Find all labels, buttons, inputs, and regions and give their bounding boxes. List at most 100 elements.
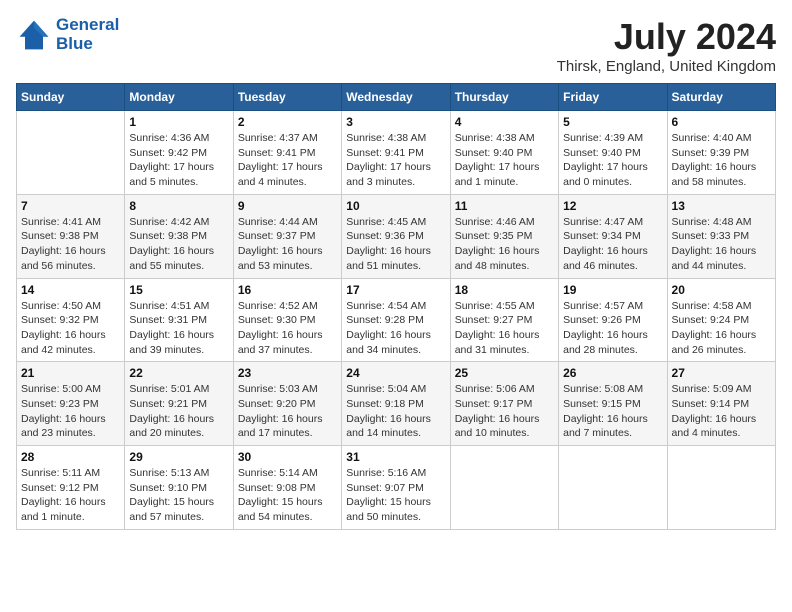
weekday-header-row: SundayMondayTuesdayWednesdayThursdayFrid… [17, 84, 776, 111]
weekday-header: Monday [125, 84, 233, 111]
day-number: 3 [346, 115, 445, 129]
calendar-cell: 27Sunrise: 5:09 AMSunset: 9:14 PMDayligh… [667, 362, 775, 446]
weekday-header: Wednesday [342, 84, 450, 111]
calendar-week-row: 1 Sunrise: 4:36 AMSunset: 9:42 PMDaylight… [17, 111, 776, 195]
day-number: 28 [21, 450, 120, 464]
calendar-cell: 30 Sunrise: 5:14 AMSunset: 9:08 PMDayligh… [233, 446, 341, 530]
calendar-cell: 7 Sunrise: 4:41 AMSunset: 9:38 PMDaylight… [17, 194, 125, 278]
calendar-cell: 14Sunrise: 4:50 AMSunset: 9:32 PMDayligh… [17, 278, 125, 362]
day-number: 22 [129, 366, 228, 380]
day-number: 21 [21, 366, 120, 380]
day-number: 16 [238, 283, 337, 297]
day-info: Sunrise: 4:40 AMSunset: 9:39 PMDaylight:… [672, 131, 771, 190]
page-header: General Blue July 2024 Thirsk, England, … [16, 16, 776, 75]
day-info: Sunrise: 4:57 AMSunset: 9:26 PMDaylight:… [563, 299, 662, 358]
calendar-cell: 19Sunrise: 4:57 AMSunset: 9:26 PMDayligh… [559, 278, 667, 362]
calendar-week-row: 7 Sunrise: 4:41 AMSunset: 9:38 PMDaylight… [17, 194, 776, 278]
logo-icon [16, 17, 52, 53]
weekday-header: Saturday [667, 84, 775, 111]
day-number: 26 [563, 366, 662, 380]
day-number: 7 [21, 199, 120, 213]
calendar-cell: 25 Sunrise: 5:06 AMSunset: 9:17 PMDayligh… [450, 362, 558, 446]
day-number: 12 [563, 199, 662, 213]
day-info: Sunrise: 4:41 AMSunset: 9:38 PMDaylight:… [21, 215, 120, 274]
title-block: July 2024 Thirsk, England, United Kingdo… [557, 16, 776, 75]
day-info: Sunrise: 4:46 AMSunset: 9:35 PMDaylight:… [455, 215, 554, 274]
day-number: 2 [238, 115, 337, 129]
day-number: 29 [129, 450, 228, 464]
calendar-cell: 12 Sunrise: 4:47 AMSunset: 9:34 PMDayligh… [559, 194, 667, 278]
calendar-cell [450, 446, 558, 530]
logo: General Blue [16, 16, 119, 53]
day-number: 18 [455, 283, 554, 297]
calendar-cell: 26 Sunrise: 5:08 AMSunset: 9:15 PMDayligh… [559, 362, 667, 446]
calendar-cell: 16 Sunrise: 4:52 AMSunset: 9:30 PMDayligh… [233, 278, 341, 362]
day-number: 20 [672, 283, 771, 297]
month-year: July 2024 [557, 16, 776, 58]
logo-general: General [56, 16, 119, 35]
day-info: Sunrise: 4:45 AMSunset: 9:36 PMDaylight:… [346, 215, 445, 274]
calendar-cell: 5Sunrise: 4:39 AMSunset: 9:40 PMDaylight… [559, 111, 667, 195]
day-number: 30 [238, 450, 337, 464]
day-number: 23 [238, 366, 337, 380]
calendar-cell: 23Sunrise: 5:03 AMSunset: 9:20 PMDayligh… [233, 362, 341, 446]
weekday-header: Sunday [17, 84, 125, 111]
calendar-cell: 1 Sunrise: 4:36 AMSunset: 9:42 PMDaylight… [125, 111, 233, 195]
day-info: Sunrise: 5:06 AMSunset: 9:17 PMDaylight:… [455, 382, 554, 441]
day-info: Sunrise: 5:01 AMSunset: 9:21 PMDaylight:… [129, 382, 228, 441]
day-info: Sunrise: 4:38 AMSunset: 9:41 PMDaylight:… [346, 131, 445, 190]
day-info: Sunrise: 4:51 AMSunset: 9:31 PMDaylight:… [129, 299, 228, 358]
calendar-cell [559, 446, 667, 530]
calendar-cell: 15 Sunrise: 4:51 AMSunset: 9:31 PMDayligh… [125, 278, 233, 362]
day-info: Sunrise: 4:54 AMSunset: 9:28 PMDaylight:… [346, 299, 445, 358]
day-info: Sunrise: 4:38 AMSunset: 9:40 PMDaylight:… [455, 131, 554, 190]
calendar-cell: 2 Sunrise: 4:37 AMSunset: 9:41 PMDaylight… [233, 111, 341, 195]
calendar-cell: 9Sunrise: 4:44 AMSunset: 9:37 PMDaylight… [233, 194, 341, 278]
day-info: Sunrise: 5:13 AMSunset: 9:10 PMDaylight:… [129, 466, 228, 525]
calendar-cell: 6 Sunrise: 4:40 AMSunset: 9:39 PMDaylight… [667, 111, 775, 195]
day-number: 24 [346, 366, 445, 380]
calendar-cell [667, 446, 775, 530]
day-number: 13 [672, 199, 771, 213]
day-number: 1 [129, 115, 228, 129]
day-info: Sunrise: 5:04 AMSunset: 9:18 PMDaylight:… [346, 382, 445, 441]
calendar-table: SundayMondayTuesdayWednesdayThursdayFrid… [16, 83, 776, 530]
day-info: Sunrise: 5:00 AMSunset: 9:23 PMDaylight:… [21, 382, 120, 441]
calendar-cell: 11 Sunrise: 4:46 AMSunset: 9:35 PMDayligh… [450, 194, 558, 278]
day-info: Sunrise: 5:14 AMSunset: 9:08 PMDaylight:… [238, 466, 337, 525]
day-number: 31 [346, 450, 445, 464]
day-info: Sunrise: 4:52 AMSunset: 9:30 PMDaylight:… [238, 299, 337, 358]
weekday-header: Tuesday [233, 84, 341, 111]
day-number: 10 [346, 199, 445, 213]
day-info: Sunrise: 4:55 AMSunset: 9:27 PMDaylight:… [455, 299, 554, 358]
day-info: Sunrise: 4:58 AMSunset: 9:24 PMDaylight:… [672, 299, 771, 358]
calendar-cell: 20 Sunrise: 4:58 AMSunset: 9:24 PMDayligh… [667, 278, 775, 362]
day-number: 15 [129, 283, 228, 297]
calendar-week-row: 21 Sunrise: 5:00 AMSunset: 9:23 PMDayligh… [17, 362, 776, 446]
calendar-cell [17, 111, 125, 195]
day-number: 4 [455, 115, 554, 129]
day-info: Sunrise: 4:42 AMSunset: 9:38 PMDaylight:… [129, 215, 228, 274]
calendar-cell: 4 Sunrise: 4:38 AMSunset: 9:40 PMDaylight… [450, 111, 558, 195]
day-info: Sunrise: 4:47 AMSunset: 9:34 PMDaylight:… [563, 215, 662, 274]
day-info: Sunrise: 5:08 AMSunset: 9:15 PMDaylight:… [563, 382, 662, 441]
calendar-cell: 13 Sunrise: 4:48 AMSunset: 9:33 PMDayligh… [667, 194, 775, 278]
day-number: 25 [455, 366, 554, 380]
calendar-cell: 31Sunrise: 5:16 AMSunset: 9:07 PMDayligh… [342, 446, 450, 530]
logo-blue: Blue [56, 35, 119, 54]
location: Thirsk, England, United Kingdom [557, 58, 776, 75]
day-number: 6 [672, 115, 771, 129]
calendar-cell: 18 Sunrise: 4:55 AMSunset: 9:27 PMDayligh… [450, 278, 558, 362]
day-info: Sunrise: 4:37 AMSunset: 9:41 PMDaylight:… [238, 131, 337, 190]
day-info: Sunrise: 4:48 AMSunset: 9:33 PMDaylight:… [672, 215, 771, 274]
day-info: Sunrise: 5:11 AMSunset: 9:12 PMDaylight:… [21, 466, 120, 525]
calendar-cell: 24 Sunrise: 5:04 AMSunset: 9:18 PMDayligh… [342, 362, 450, 446]
calendar-cell: 22 Sunrise: 5:01 AMSunset: 9:21 PMDayligh… [125, 362, 233, 446]
calendar-cell: 8Sunrise: 4:42 AMSunset: 9:38 PMDaylight… [125, 194, 233, 278]
day-number: 27 [672, 366, 771, 380]
day-number: 5 [563, 115, 662, 129]
calendar-cell: 17Sunrise: 4:54 AMSunset: 9:28 PMDayligh… [342, 278, 450, 362]
calendar-cell: 28 Sunrise: 5:11 AMSunset: 9:12 PMDayligh… [17, 446, 125, 530]
day-info: Sunrise: 4:36 AMSunset: 9:42 PMDaylight:… [129, 131, 228, 190]
day-number: 11 [455, 199, 554, 213]
